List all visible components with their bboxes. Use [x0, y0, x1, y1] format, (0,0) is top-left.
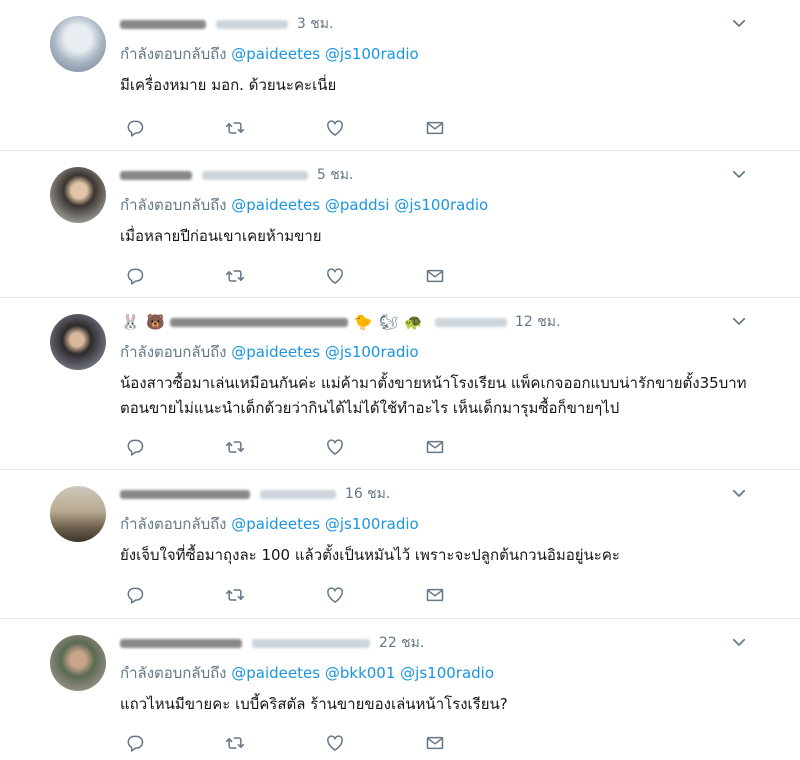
chevron-down-icon[interactable] — [730, 633, 748, 651]
timestamp[interactable]: 12 ชม. — [515, 314, 560, 330]
tweet-header: 5 ชม. — [120, 164, 353, 184]
tweet-text: เมื่อหลายปีก่อนเขาเคยห้ามขาย — [120, 227, 322, 245]
reply-icon[interactable] — [125, 733, 145, 753]
heart-icon[interactable] — [325, 585, 345, 605]
tweet-text: มีเครื่องหมาย มอก. ด้วยนะคะเนี่ย — [120, 76, 337, 94]
tweet[interactable]: 🐰 🐻 🐤 🐿 🐢 12 ชม. กำลังตอบกลับถึง @paidee… — [0, 298, 800, 470]
tweet-actions — [125, 437, 455, 457]
mention-link[interactable]: @paideetes — [231, 196, 320, 214]
tweet-actions — [125, 585, 455, 605]
display-name[interactable] — [120, 19, 206, 29]
display-name[interactable] — [120, 638, 242, 648]
avatar[interactable] — [50, 167, 106, 223]
heart-icon[interactable] — [325, 118, 345, 138]
mention-link[interactable]: @js100radio — [325, 343, 419, 361]
replying-to: กำลังตอบกลับถึง @paideetes @js100radio — [120, 42, 419, 66]
retweet-icon[interactable] — [225, 585, 245, 605]
chevron-down-icon[interactable] — [730, 312, 748, 330]
tweet-actions — [125, 118, 455, 138]
tweet[interactable]: 16 ชม. กำลังตอบกลับถึง @paideetes @js100… — [0, 470, 800, 619]
replying-to: กำลังตอบกลับถึง @paideetes @paddsi @js10… — [120, 193, 488, 217]
tweet-header: 3 ชม. — [120, 13, 333, 33]
reply-icon[interactable] — [125, 585, 145, 605]
user-handle[interactable] — [216, 19, 289, 29]
tweet-text: น้องสาวซื้อมาเล่นเหมือนกันค่ะ แม่ค้ามาตั… — [120, 374, 747, 417]
envelope-icon[interactable] — [425, 585, 445, 605]
replying-to: กำลังตอบกลับถึง @paideetes @js100radio — [120, 340, 419, 364]
tweet-header: 🐰 🐻 🐤 🐿 🐢 12 ชม. — [120, 311, 560, 331]
envelope-icon[interactable] — [425, 437, 445, 457]
tweet-actions — [125, 733, 455, 753]
bear-emoji-icon: 🐻 — [146, 313, 165, 331]
rabbit-emoji-icon: 🐰 — [121, 313, 140, 331]
replying-to-label: กำลังตอบกลับถึง — [120, 515, 227, 533]
tweet-actions — [125, 266, 455, 286]
mention-link[interactable]: @paddsi — [325, 196, 390, 214]
squirrel-emoji-icon: 🐿 — [378, 313, 398, 331]
display-name[interactable] — [120, 489, 250, 499]
chevron-down-icon[interactable] — [730, 165, 748, 183]
tweet[interactable]: 22 ชม. กำลังตอบกลับถึง @paideetes @bkk00… — [0, 619, 800, 760]
mention-link[interactable]: @paideetes — [231, 664, 320, 682]
avatar[interactable] — [50, 16, 106, 72]
mention-link[interactable]: @bkk001 — [325, 664, 396, 682]
replying-to-label: กำลังตอบกลับถึง — [120, 343, 227, 361]
user-handle[interactable] — [202, 170, 309, 180]
envelope-icon[interactable] — [425, 266, 445, 286]
timestamp[interactable]: 3 ชม. — [297, 16, 334, 32]
replying-to: กำลังตอบกลับถึง @paideetes @js100radio — [120, 512, 419, 536]
chevron-down-icon[interactable] — [730, 484, 748, 502]
user-handle[interactable] — [260, 489, 337, 499]
replying-to-label: กำลังตอบกลับถึง — [120, 664, 227, 682]
tweet-header: 22 ชม. — [120, 632, 424, 652]
chick-emoji-icon: 🐤 — [353, 313, 373, 331]
heart-icon[interactable] — [325, 437, 345, 457]
mention-link[interactable]: @js100radio — [394, 196, 488, 214]
mention-link[interactable]: @js100radio — [400, 664, 494, 682]
envelope-icon[interactable] — [425, 118, 445, 138]
chevron-down-icon[interactable] — [730, 14, 748, 32]
retweet-icon[interactable] — [225, 437, 245, 457]
avatar[interactable] — [50, 486, 106, 542]
turtle-emoji-icon: 🐢 — [404, 313, 424, 331]
heart-icon[interactable] — [325, 733, 345, 753]
avatar[interactable] — [50, 314, 106, 370]
mention-link[interactable]: @js100radio — [325, 515, 419, 533]
tweet-text: แถวไหนมีขายคะ เบบี้คริสตัล ร้านขายของเล่… — [120, 695, 508, 713]
display-name[interactable] — [170, 317, 349, 327]
tweet[interactable]: 5 ชม. กำลังตอบกลับถึง @paideetes @paddsi… — [0, 151, 800, 298]
avatar[interactable] — [50, 635, 106, 691]
retweet-icon[interactable] — [225, 118, 245, 138]
timestamp[interactable]: 22 ชม. — [379, 635, 424, 651]
display-name[interactable] — [120, 170, 192, 180]
replying-to-label: กำลังตอบกลับถึง — [120, 45, 227, 63]
envelope-icon[interactable] — [425, 733, 445, 753]
timestamp[interactable]: 16 ชม. — [345, 486, 390, 502]
retweet-icon[interactable] — [225, 733, 245, 753]
tweet[interactable]: 3 ชม. กำลังตอบกลับถึง @paideetes @js100r… — [0, 0, 800, 151]
tweet-header: 16 ชม. — [120, 483, 390, 503]
reply-icon[interactable] — [125, 118, 145, 138]
reply-icon[interactable] — [125, 266, 145, 286]
user-handle[interactable] — [434, 317, 507, 327]
user-handle[interactable] — [252, 638, 371, 648]
replying-to-label: กำลังตอบกลับถึง — [120, 196, 227, 214]
tweet-text: ยังเจ็บใจที่ซื้อมาถุงละ 100 แล้วตั้งเป็น… — [120, 546, 620, 564]
replying-to: กำลังตอบกลับถึง @paideetes @bkk001 @js10… — [120, 661, 494, 685]
mention-link[interactable]: @paideetes — [231, 343, 320, 361]
timestamp[interactable]: 5 ชม. — [317, 167, 354, 183]
reply-icon[interactable] — [125, 437, 145, 457]
mention-link[interactable]: @paideetes — [231, 515, 320, 533]
retweet-icon[interactable] — [225, 266, 245, 286]
mention-link[interactable]: @paideetes — [231, 45, 320, 63]
heart-icon[interactable] — [325, 266, 345, 286]
mention-link[interactable]: @js100radio — [325, 45, 419, 63]
